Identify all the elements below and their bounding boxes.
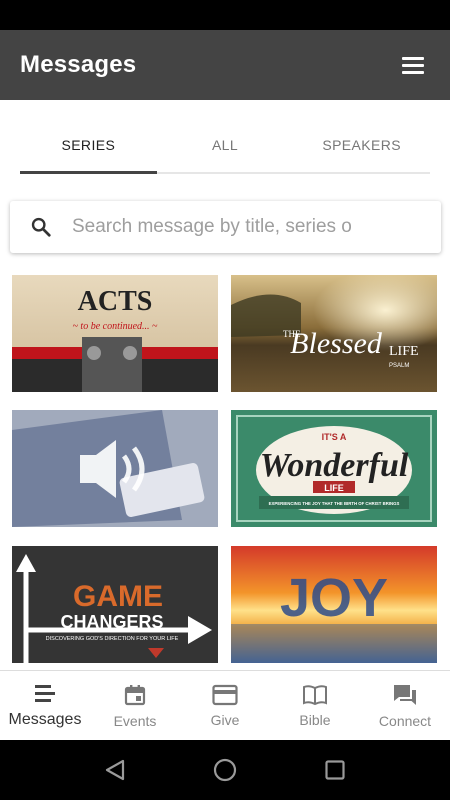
series-tile-joy[interactable]: JOY (231, 546, 437, 663)
search-bar (10, 201, 441, 253)
search-icon[interactable] (10, 201, 72, 253)
calendar-icon (124, 684, 146, 705)
series-tile-blessed-life[interactable]: THE Blessed LIFE PSALM (231, 275, 437, 392)
nav-item-connect[interactable]: Connect (360, 671, 450, 740)
status-bar (0, 0, 450, 30)
tile-art-extra: LIFE (324, 483, 344, 493)
series-tile-game-changers[interactable]: GAME CHANGERS DISCOVERING GOD'S DIRECTIO… (12, 546, 218, 663)
menu-button[interactable] (396, 48, 430, 82)
tile-art-text: Blessed (290, 327, 383, 360)
book-icon (303, 684, 327, 705)
nav-item-bible[interactable]: Bible (270, 671, 360, 740)
tile-art-extra: LIFE (389, 344, 419, 359)
nav-label-bible: Bible (299, 711, 331, 728)
tab-all[interactable]: ALL (157, 130, 294, 172)
tab-series[interactable]: SERIES (20, 130, 157, 174)
tile-art-extra: DISCOVERING GOD'S DIRECTION FOR YOUR LIF… (46, 636, 179, 642)
series-tile-acts[interactable]: ACTS ~ to be continued... ~ (12, 275, 218, 392)
nav-item-events[interactable]: Events (90, 671, 180, 740)
nav-item-give[interactable]: Give (180, 671, 270, 740)
menu-icon (402, 56, 424, 60)
nav-label-events: Events (113, 712, 157, 729)
tab-speakers[interactable]: SPEAKERS (293, 130, 430, 172)
back-icon[interactable] (103, 758, 127, 782)
tile-art-subtext: CHANGERS (60, 612, 163, 632)
series-tile-wonderful-life[interactable]: IT'S A Wonderful LIFE EXPERIENCING THE J… (231, 410, 437, 527)
nav-item-messages[interactable]: Messages (0, 671, 90, 740)
tile-art-text: GAME (73, 580, 163, 613)
bottom-nav: Messages Events Give Bible Connect (0, 670, 450, 740)
tile-art-text: ACTS (78, 286, 153, 317)
card-icon (212, 684, 238, 705)
app-bar: Messages (0, 30, 450, 100)
home-icon[interactable] (212, 757, 238, 783)
tile-art-subtext: ~ to be continued... ~ (73, 321, 159, 332)
tile-art-text: JOY (280, 568, 388, 628)
system-nav-bar (0, 740, 450, 800)
search-input[interactable] (72, 216, 432, 238)
page-title: Messages (20, 51, 137, 78)
tile-art-text: Wonderful (260, 447, 409, 484)
tile-art-extra2: PSALM (389, 363, 409, 369)
nav-label-give: Give (210, 711, 240, 728)
nav-label-connect: Connect (378, 712, 432, 729)
main-content: SERIES ALL SPEAKERS ACTS ~ to be continu… (0, 100, 450, 670)
recents-icon[interactable] (323, 758, 347, 782)
series-tile-audio[interactable] (12, 410, 218, 527)
tile-art-extra2: EXPERIENCING THE JOY THAT THE BIRTH OF C… (269, 501, 400, 506)
tab-bar: SERIES ALL SPEAKERS (20, 130, 430, 174)
messages-icon (35, 684, 55, 702)
nav-label-messages: Messages (8, 710, 82, 728)
tile-art-subtext: IT'S A (322, 432, 347, 442)
chat-icon (394, 684, 416, 705)
